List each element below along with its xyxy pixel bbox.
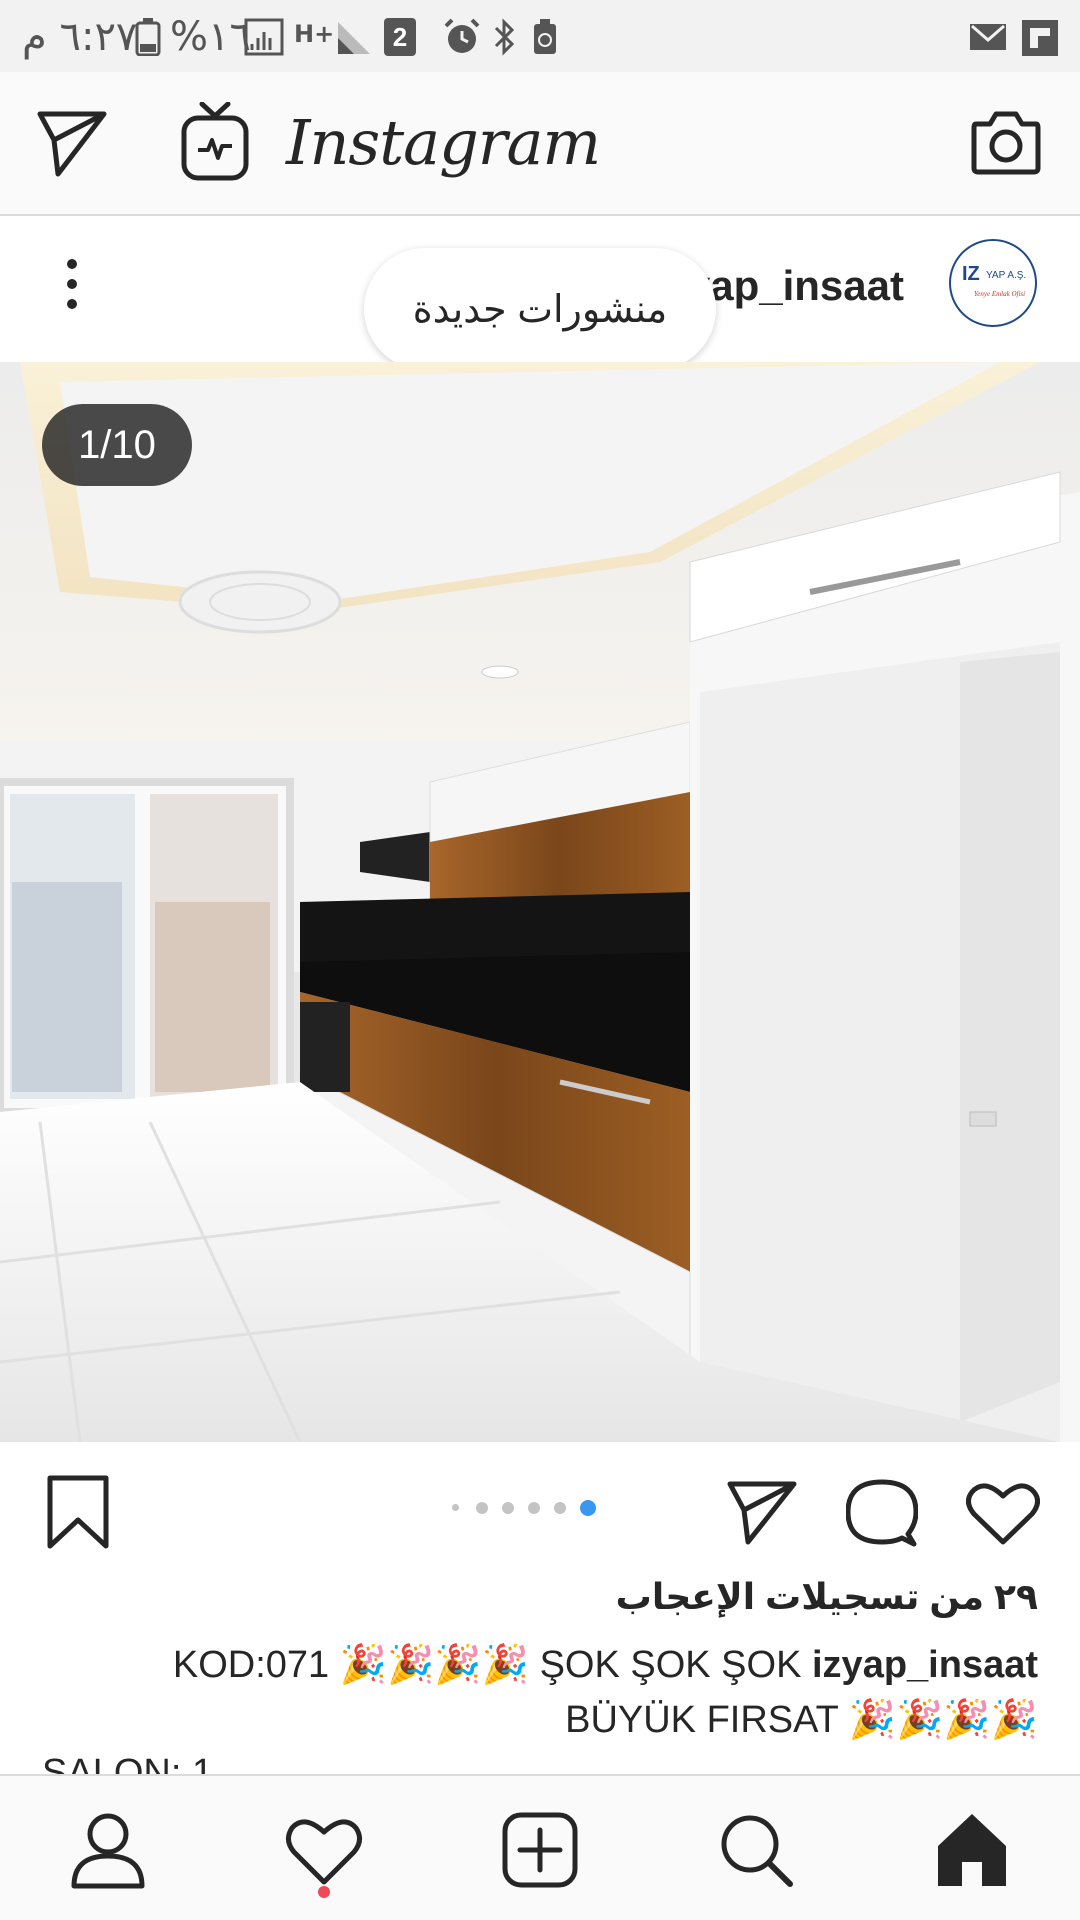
gmail-icon [970, 24, 1006, 50]
signal-weak-icon [338, 22, 370, 54]
save-bookmark-icon[interactable] [46, 1474, 110, 1550]
top-navigation-bar: Instagram [0, 72, 1080, 216]
flipboard-icon [1022, 20, 1058, 56]
recycle-icon [534, 19, 556, 54]
caption-line-1: KOD:071 🎉🎉🎉🎉 ŞOK ŞOK ŞOK izyap_insaat [173, 1643, 1038, 1687]
carousel-dot [502, 1502, 514, 1514]
carousel-dot [554, 1502, 566, 1514]
new-post-icon[interactable] [500, 1810, 580, 1890]
status-time: ٦:٢٧ م [22, 14, 138, 60]
carousel-counter: 1/10 [42, 404, 192, 486]
bottom-navigation-bar [0, 1774, 1080, 1920]
more-options-icon[interactable] [58, 258, 86, 314]
bluetooth-icon [494, 18, 515, 56]
likes-count[interactable]: ٢٩ من تسجيلات الإعجاب [616, 1576, 1038, 1618]
home-icon[interactable] [932, 1810, 1012, 1890]
network-type: H+ [294, 20, 335, 48]
carousel-dot-active [580, 1500, 596, 1516]
direct-send-icon[interactable] [36, 108, 108, 180]
instagram-logo: Instagram [286, 106, 601, 179]
post-image[interactable] [0, 362, 1080, 1442]
activity-heart-icon[interactable] [284, 1810, 364, 1890]
carousel-dots [446, 1498, 606, 1518]
igtv-icon[interactable] [180, 102, 250, 182]
new-posts-pill[interactable]: منشورات جديدة [364, 248, 716, 370]
caption-username[interactable]: izyap_insaat [812, 1644, 1038, 1686]
activity-notification-dot [318, 1886, 330, 1898]
status-bar: ٦:٢٧ م %١٦ H+ 2 [0, 0, 1080, 72]
caption-line-2: BÜYÜK FIRSAT 🎉🎉🎉🎉 [565, 1699, 1038, 1741]
search-icon[interactable] [716, 1810, 796, 1890]
svg-text:IZ: IZ [962, 263, 980, 285]
kitchen-photo [0, 362, 1080, 1442]
carousel-dot [528, 1502, 540, 1514]
post-username[interactable]: yap_insaat [687, 262, 904, 310]
alarm-icon [444, 18, 480, 53]
share-icon[interactable] [726, 1478, 798, 1546]
signal-icon [244, 18, 284, 56]
svg-text:Yenye Emlak Ofisi: Yenye Emlak Ofisi [974, 290, 1025, 298]
comment-icon[interactable] [846, 1478, 918, 1550]
battery-percent: %١٦ [170, 14, 251, 60]
profile-avatar[interactable]: IZ YAP A.Ş. Yenye Emlak Ofisi [948, 238, 1038, 328]
carousel-dot [476, 1502, 488, 1514]
profile-icon[interactable] [68, 1810, 148, 1890]
camera-icon[interactable] [970, 106, 1042, 176]
battery-icon [135, 18, 161, 56]
sim-badge: 2 [384, 18, 416, 56]
caption-text: KOD:071 🎉🎉🎉🎉 ŞOK ŞOK ŞOK [172, 1644, 802, 1686]
carousel-dot [452, 1504, 459, 1511]
like-heart-icon[interactable] [966, 1480, 1040, 1546]
svg-text:YAP A.Ş.: YAP A.Ş. [986, 270, 1026, 281]
